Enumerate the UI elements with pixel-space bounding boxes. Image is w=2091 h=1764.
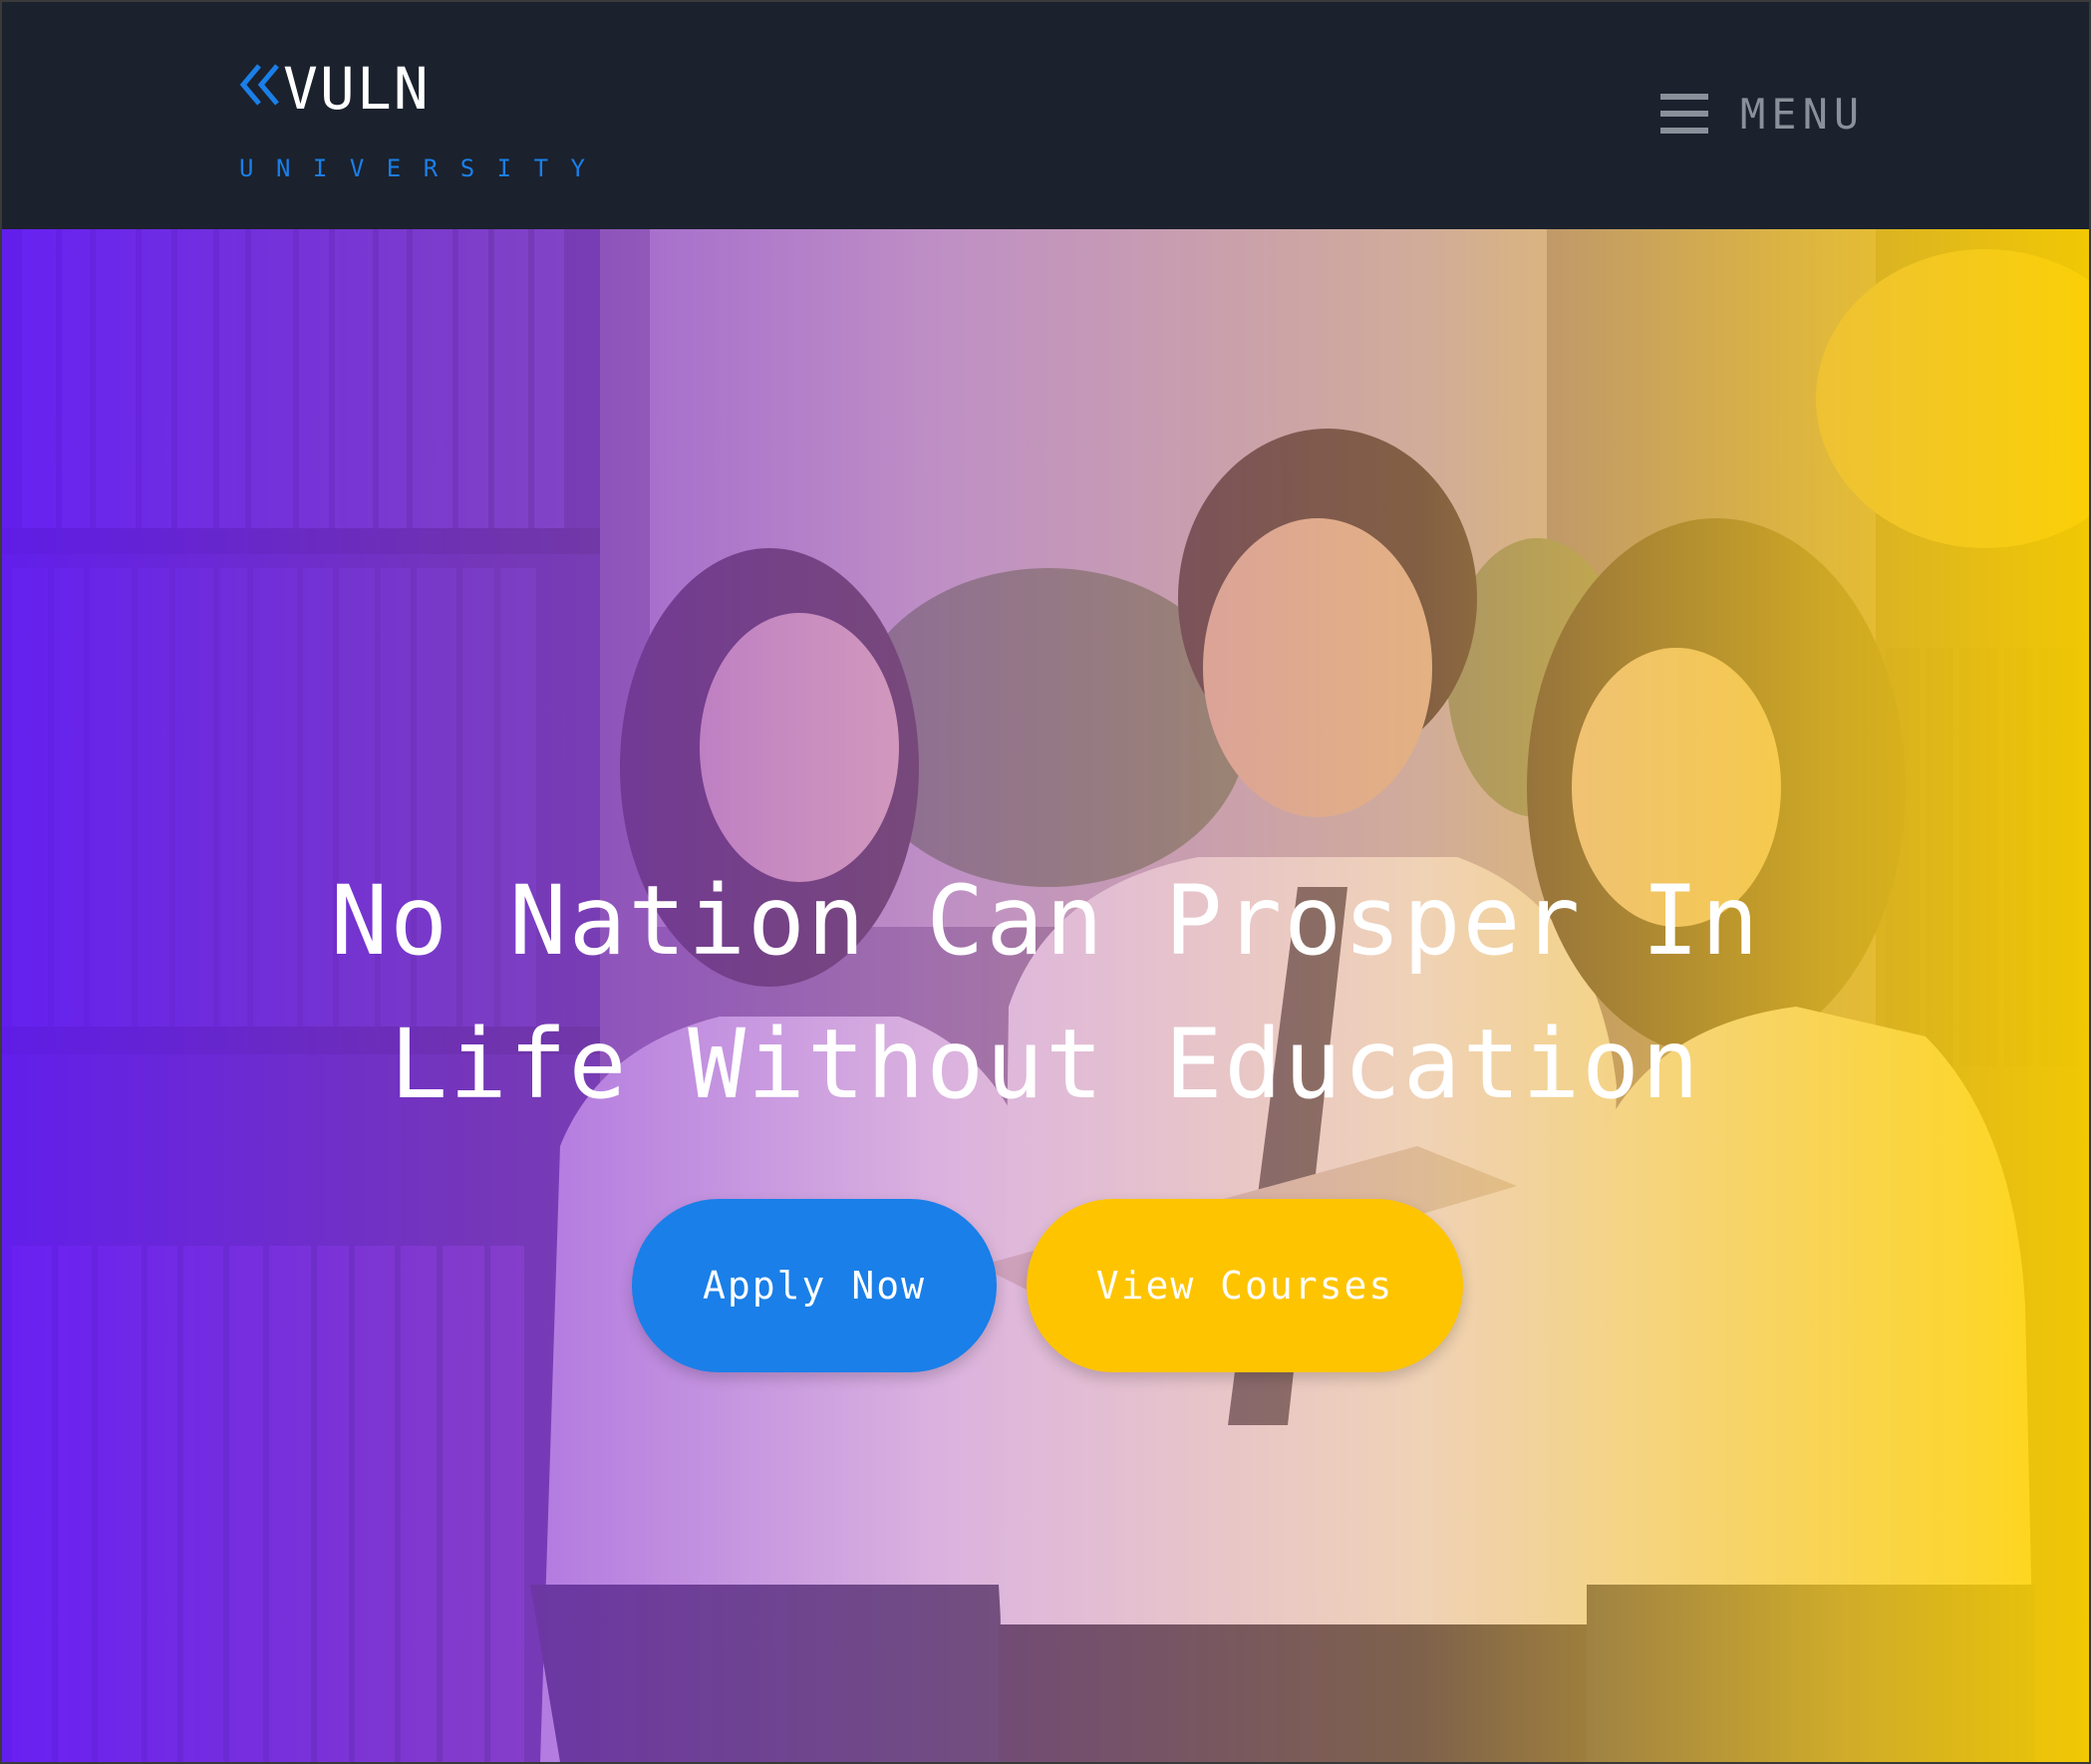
brand-name: VULN bbox=[283, 55, 431, 123]
menu-label: MENU bbox=[1740, 90, 1866, 139]
hero-content: No Nation Can Prosper In Life Without Ed… bbox=[2, 229, 2089, 1762]
double-chevron-left-icon bbox=[239, 64, 279, 106]
hero-section: No Nation Can Prosper In Life Without Ed… bbox=[2, 229, 2089, 1762]
hero-headline-line-2: Life Without Education bbox=[390, 1009, 1701, 1120]
browser-viewport: VULN UNIVERSITY MENU No Nation Can Prosp… bbox=[0, 0, 2091, 1764]
menu-toggle-button[interactable]: MENU bbox=[1656, 86, 1866, 142]
apply-now-button[interactable]: Apply Now bbox=[632, 1199, 997, 1372]
hero-headline-line-1: No Nation Can Prosper In bbox=[330, 865, 1761, 977]
hamburger-icon bbox=[1660, 92, 1708, 136]
brand-tagline: UNIVERSITY bbox=[239, 154, 608, 182]
hero-headline: No Nation Can Prosper In Life Without Ed… bbox=[149, 849, 1942, 1136]
brand-logo-link[interactable]: VULN UNIVERSITY bbox=[239, 54, 598, 193]
site-header: VULN UNIVERSITY MENU bbox=[2, 2, 2089, 229]
view-courses-button[interactable]: View Courses bbox=[1027, 1199, 1463, 1372]
